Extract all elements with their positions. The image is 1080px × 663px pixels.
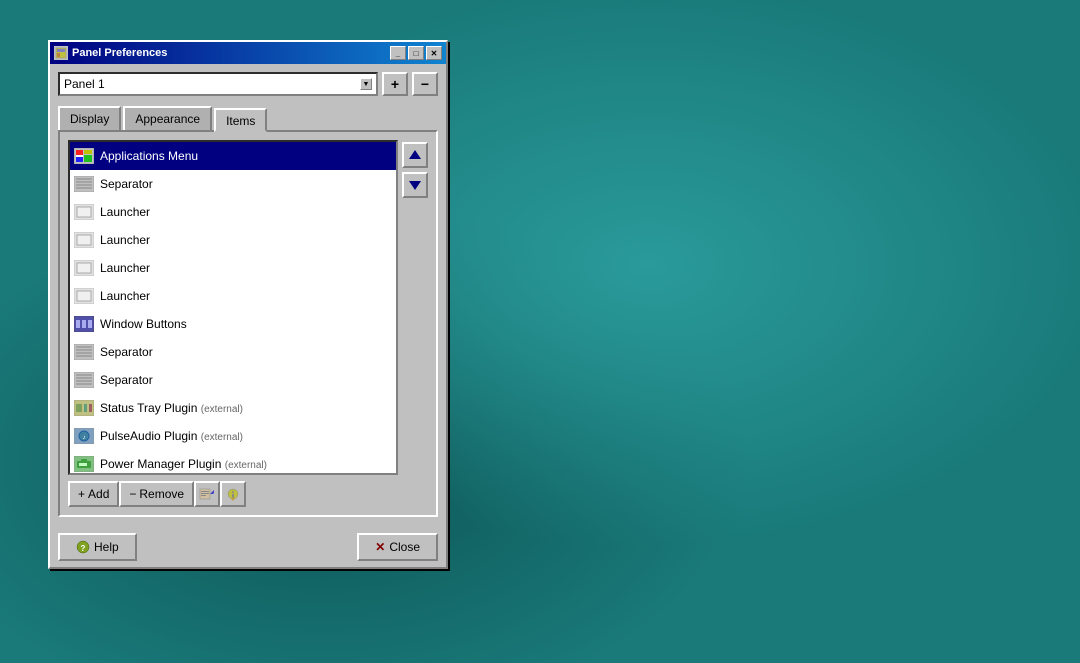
list-item[interactable]: Launcher: [70, 254, 396, 282]
item-label: Power Manager Plugin (external): [100, 457, 267, 471]
list-item[interactable]: Launcher: [70, 282, 396, 310]
item-label: Launcher: [100, 233, 150, 247]
item-label: Separator: [100, 373, 153, 387]
item-label: Launcher: [100, 205, 150, 219]
status-tray-icon: [74, 398, 94, 418]
app-menu-icon: [74, 146, 94, 166]
remove-item-button[interactable]: − Remove: [119, 481, 194, 507]
remove-icon: −: [129, 487, 136, 501]
launcher-icon: [74, 258, 94, 278]
properties-button[interactable]: [220, 481, 246, 507]
close-button[interactable]: ✕: [426, 46, 442, 60]
tab-items[interactable]: Items: [214, 108, 267, 132]
list-item[interactable]: Launcher: [70, 198, 396, 226]
power-manager-icon: [74, 454, 94, 474]
move-down-button[interactable]: [402, 172, 428, 198]
list-item[interactable]: Launcher: [70, 226, 396, 254]
launcher-icon: [74, 230, 94, 250]
help-label: Help: [94, 540, 119, 554]
window-title: Panel Preferences: [72, 47, 167, 59]
close-dialog-button[interactable]: ✕ Close: [357, 533, 438, 561]
maximize-button[interactable]: □: [408, 46, 424, 60]
close-x-icon: ✕: [375, 540, 385, 554]
arrow-buttons: [402, 140, 428, 475]
item-label: Window Buttons: [100, 317, 187, 331]
panel-selector-row: Panel 1 ▼ + −: [58, 72, 438, 96]
panel-preferences-window: Panel Preferences _ □ ✕ Panel 1 ▼ + − Di…: [48, 40, 448, 569]
list-item[interactable]: Status Tray Plugin (external): [70, 394, 396, 422]
list-item[interactable]: Applications Menu: [70, 142, 396, 170]
items-actions: + Add − Remove: [68, 481, 428, 507]
separator-icon: [74, 174, 94, 194]
list-item[interactable]: Separator: [70, 338, 396, 366]
item-label: Applications Menu: [100, 149, 198, 163]
pulseaudio-icon: ♪: [74, 426, 94, 446]
item-label: Separator: [100, 345, 153, 359]
window-buttons-icon: [74, 314, 94, 334]
window-icon: [54, 46, 68, 60]
separator-icon: [74, 370, 94, 390]
bottom-buttons: ? Help ✕ Close: [50, 525, 446, 567]
window-body: Panel 1 ▼ + − Display Appearance Items: [50, 64, 446, 525]
item-label: Separator: [100, 177, 153, 191]
launcher-icon: [74, 286, 94, 306]
list-item[interactable]: ♪ PulseAudio Plugin (external): [70, 422, 396, 450]
panel-dropdown-value: Panel 1: [64, 77, 105, 91]
svg-text:♪: ♪: [83, 435, 86, 441]
tabs: Display Appearance Items: [58, 104, 438, 130]
add-item-button[interactable]: + Add: [68, 481, 119, 507]
add-panel-button[interactable]: +: [382, 72, 408, 96]
list-item[interactable]: Power Manager Plugin (external): [70, 450, 396, 475]
minimize-button[interactable]: _: [390, 46, 406, 60]
add-icon: +: [78, 487, 85, 501]
separator-icon: [74, 342, 94, 362]
edit-item-button[interactable]: [194, 481, 220, 507]
list-item[interactable]: Window Buttons: [70, 310, 396, 338]
titlebar-left: Panel Preferences: [54, 46, 167, 60]
item-label: Status Tray Plugin (external): [100, 401, 243, 415]
titlebar: Panel Preferences _ □ ✕: [50, 42, 446, 64]
items-list[interactable]: Applications Menu: [68, 140, 398, 475]
panel-dropdown[interactable]: Panel 1 ▼: [58, 72, 378, 96]
dropdown-arrow-icon: ▼: [360, 78, 372, 90]
help-button[interactable]: ? Help: [58, 533, 137, 561]
tab-appearance[interactable]: Appearance: [123, 106, 212, 130]
list-item[interactable]: Separator: [70, 170, 396, 198]
list-item[interactable]: Separator: [70, 366, 396, 394]
titlebar-buttons: _ □ ✕: [390, 46, 442, 60]
close-label: Close: [389, 540, 420, 554]
item-label: Launcher: [100, 289, 150, 303]
remove-panel-button[interactable]: −: [412, 72, 438, 96]
move-up-button[interactable]: [402, 142, 428, 168]
svg-text:?: ?: [81, 544, 86, 553]
item-label: Launcher: [100, 261, 150, 275]
items-container: Applications Menu: [68, 140, 428, 475]
item-label: PulseAudio Plugin (external): [100, 429, 243, 443]
tab-content-items: Applications Menu: [58, 130, 438, 517]
tab-display[interactable]: Display: [58, 106, 121, 130]
launcher-icon: [74, 202, 94, 222]
